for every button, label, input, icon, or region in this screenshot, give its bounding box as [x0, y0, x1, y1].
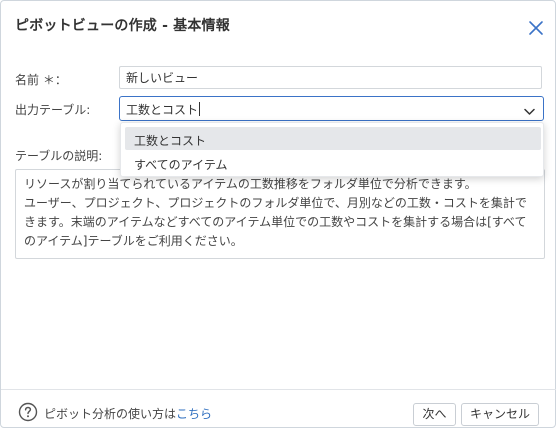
footer-divider	[1, 389, 556, 390]
cancel-button[interactable]: キャンセル	[461, 403, 539, 426]
name-input[interactable]	[119, 66, 542, 89]
help-link[interactable]: こちら	[176, 407, 212, 421]
output-table-value: 工数とコスト	[126, 103, 199, 117]
description-textarea[interactable]: リソースが割り当てられているアイテムの工数推移をフォルダ単位で分析できます。 ユ…	[15, 169, 545, 259]
help-prefix: ピボット分析の使い方は	[44, 407, 177, 421]
dialog-title: ピボットビューの作成 - 基本情報	[15, 18, 230, 34]
help-text: ピボット分析の使い方はこちら	[44, 405, 212, 422]
dropdown-option[interactable]: すべてのアイテム	[125, 151, 541, 174]
text-cursor	[199, 102, 201, 116]
output-table-dropdown: 工数とコスト すべてのアイテム	[120, 122, 544, 177]
name-label: 名前 ＊：	[15, 73, 67, 87]
next-button[interactable]: 次へ	[413, 403, 456, 426]
output-table-label: 出力テーブル:	[15, 103, 91, 117]
chevron-down-icon[interactable]	[524, 105, 535, 115]
help-icon[interactable]	[18, 402, 38, 422]
dropdown-option[interactable]: 工数とコスト	[125, 127, 541, 150]
output-table-select[interactable]: 工数とコスト	[119, 96, 544, 121]
description-label: テーブルの説明:	[15, 149, 103, 163]
close-icon[interactable]	[527, 19, 545, 37]
pivot-view-dialog: ピボットビューの作成 - 基本情報 名前 ＊： 出力テーブル: 工数とコスト テ…	[0, 0, 556, 428]
